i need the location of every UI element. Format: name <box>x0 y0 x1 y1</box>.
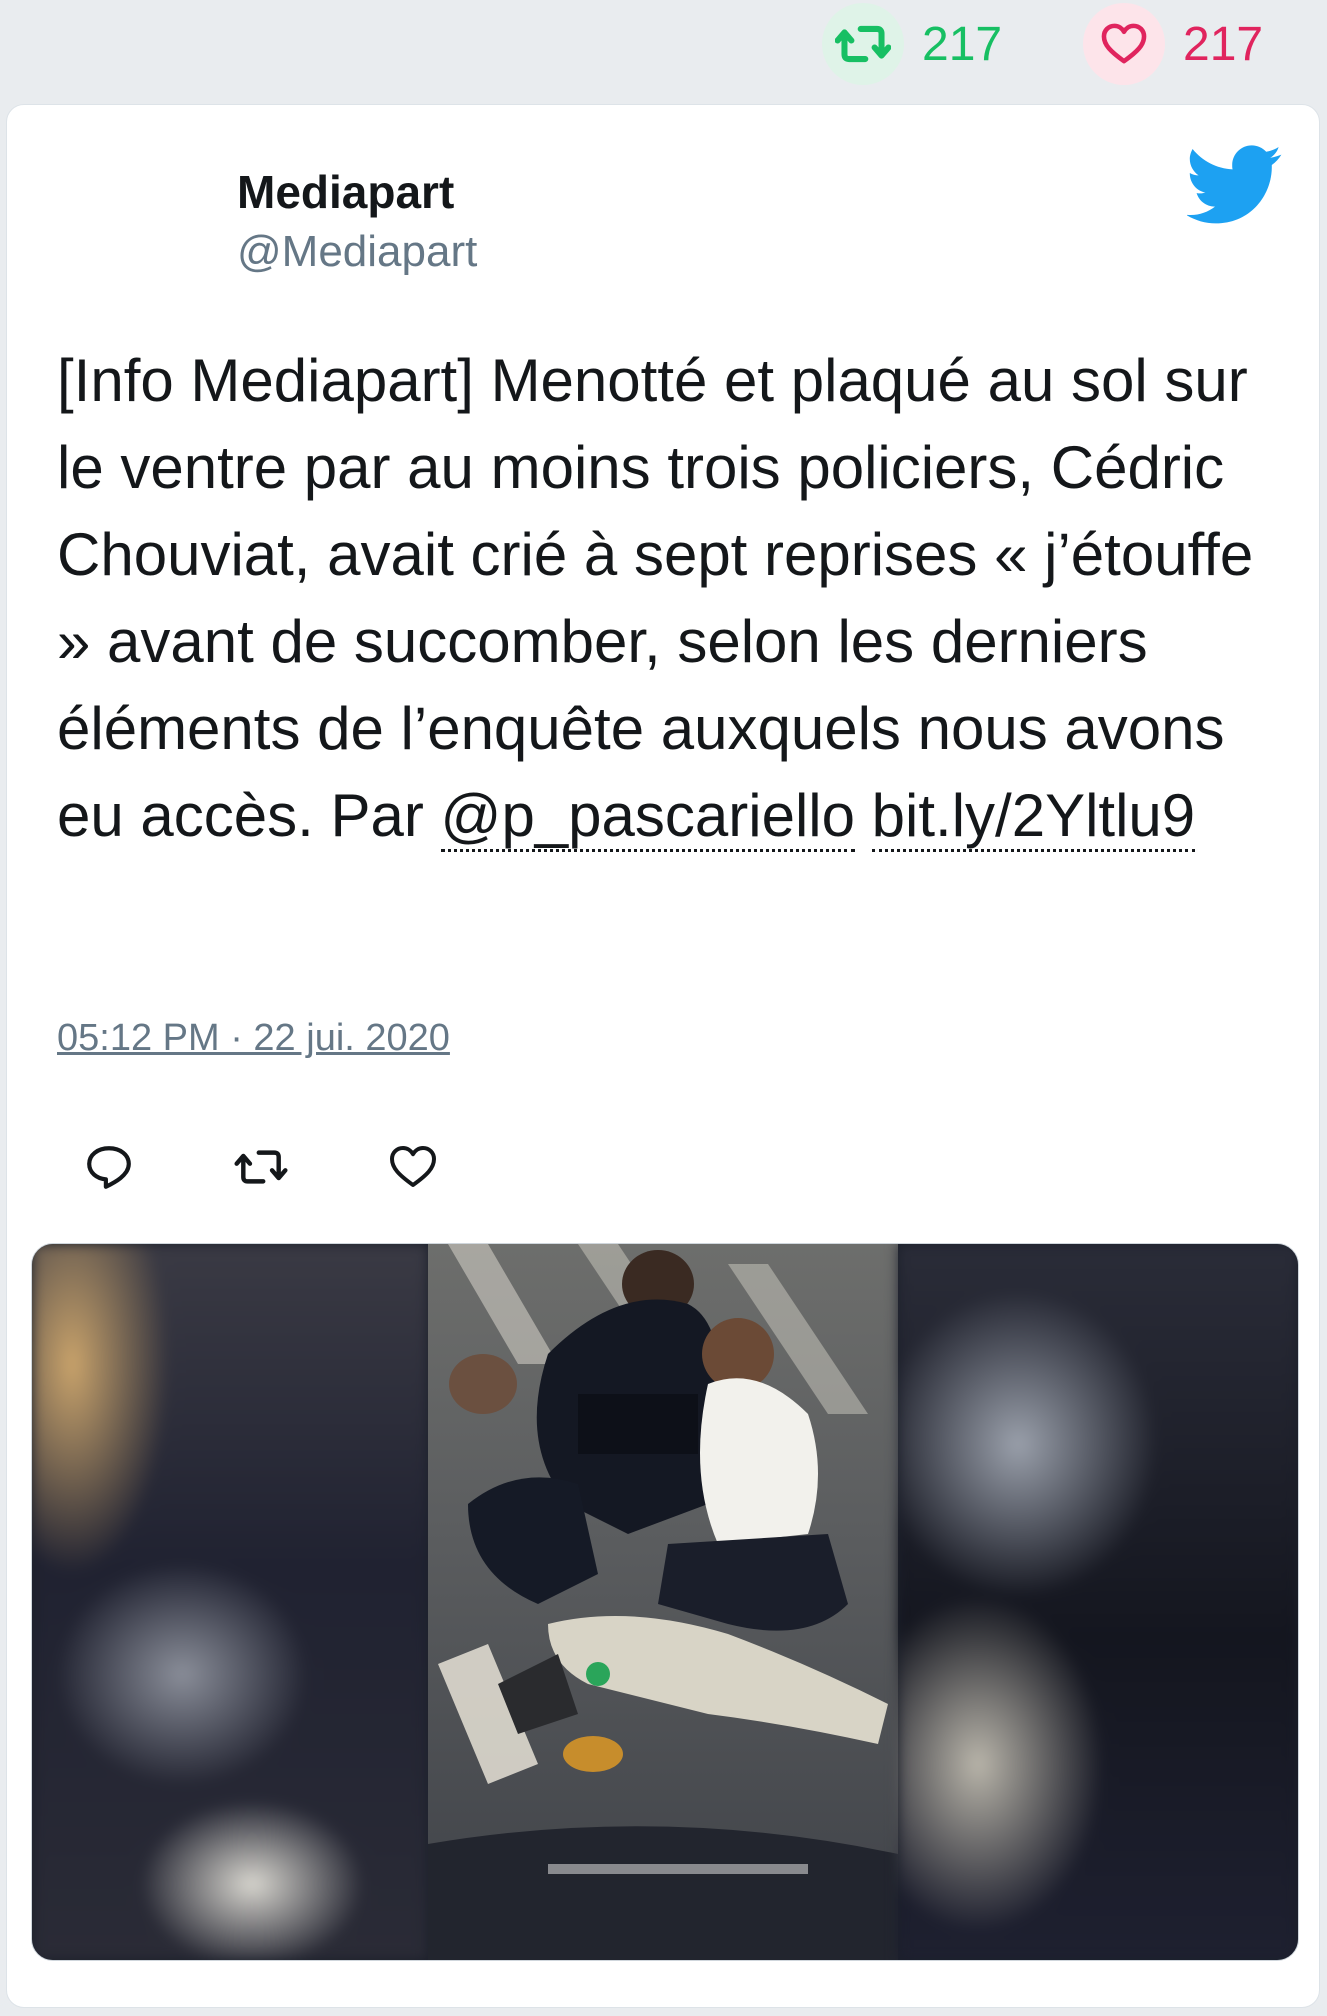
tweet-body: [Info Mediapart] Menotté et plaqué au so… <box>57 347 1254 849</box>
retweet-icon[interactable] <box>231 1137 291 1197</box>
tweet-actions <box>79 1137 443 1197</box>
tweet-timestamp[interactable]: 05:12 PM · 22 jui. 2020 <box>57 1017 450 1060</box>
retweet-count: 217 <box>922 17 1003 71</box>
photo-center <box>428 1244 898 1960</box>
photo-blurred-left <box>32 1244 428 1960</box>
tweet-photo[interactable] <box>31 1243 1299 1961</box>
retweet-stat[interactable]: 217 <box>822 3 1003 85</box>
photo-scene <box>428 1244 898 1960</box>
like-count: 217 <box>1183 17 1264 71</box>
heart-icon[interactable] <box>383 1137 443 1197</box>
heart-icon[interactable] <box>1083 3 1165 85</box>
url-link[interactable]: bit.ly/2Yltlu9 <box>871 782 1196 852</box>
twitter-bird-icon[interactable] <box>1187 145 1283 225</box>
author-name[interactable]: Mediapart <box>237 165 454 219</box>
tweet-card: Mediapart @Mediapart [Info Mediapart] Me… <box>6 104 1320 2008</box>
retweet-icon[interactable] <box>822 3 904 85</box>
reply-icon[interactable] <box>79 1137 139 1197</box>
photo-blurred-right <box>898 1244 1298 1960</box>
top-stats-bar: 217 217 <box>0 0 1327 100</box>
tweet-text: [Info Mediapart] Menotté et plaqué au so… <box>57 337 1287 859</box>
like-stat[interactable]: 217 <box>1083 3 1264 85</box>
mention-link[interactable]: @p_pascariello <box>440 782 855 852</box>
author-handle[interactable]: @Mediapart <box>237 227 477 277</box>
